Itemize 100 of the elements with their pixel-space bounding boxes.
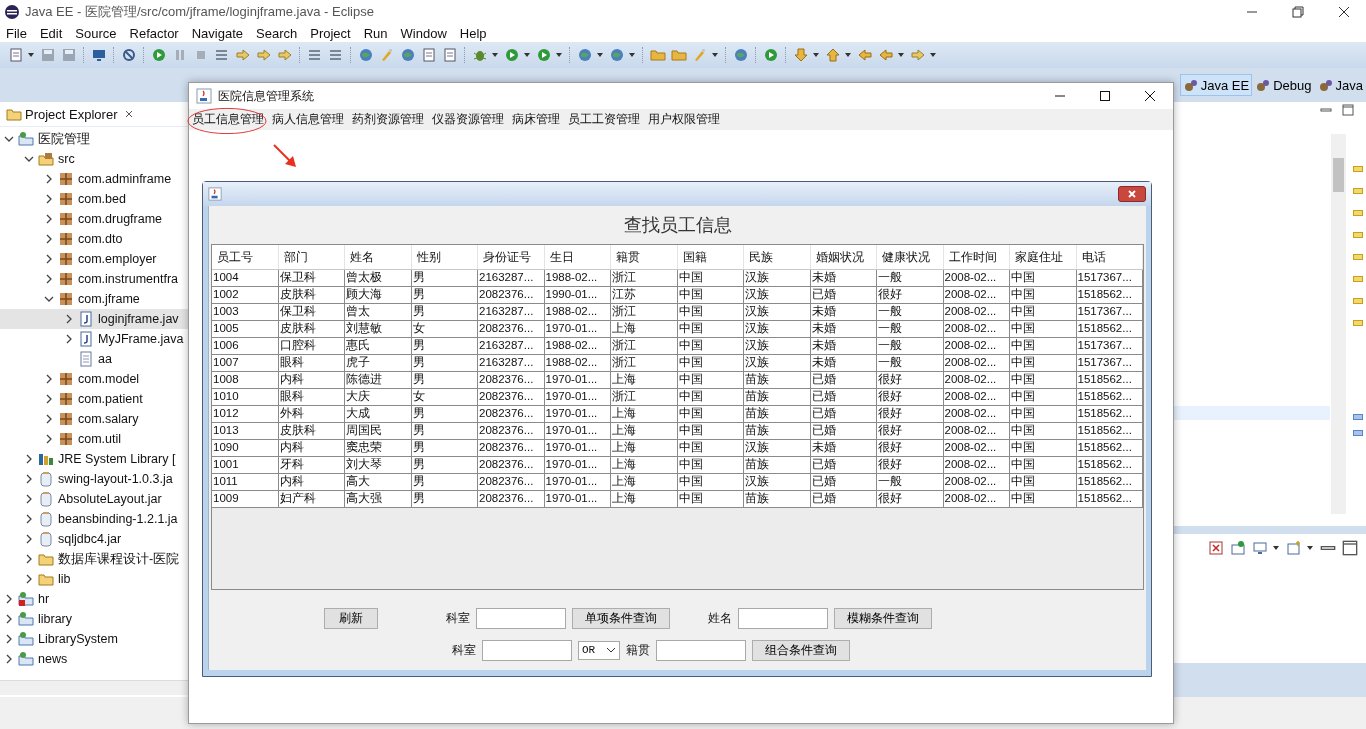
input-field[interactable] [656,639,746,661]
menu-item[interactable]: 员工工资管理 [568,111,640,128]
caret-icon[interactable] [929,51,937,59]
caret-icon[interactable] [1272,544,1280,552]
input-field[interactable] [482,639,572,661]
tree-item[interactable]: loginjframe.jav [0,309,190,329]
caret-icon[interactable] [711,51,719,59]
menu-item[interactable]: 用户权限管理 [648,111,720,128]
table-header-cell[interactable]: 籍贯 [611,245,678,269]
chevron-icon[interactable] [4,654,14,664]
tree-item[interactable]: hr [0,589,190,609]
chevron-icon[interactable] [24,514,34,524]
chevron-icon[interactable] [24,574,34,584]
maximize-icon[interactable] [1099,90,1111,102]
tree-item[interactable]: com.instrumentfra [0,269,190,289]
table-header-cell[interactable]: 姓名 [345,245,412,269]
chevron-icon[interactable] [64,314,74,324]
tree-item[interactable]: aa [0,349,190,369]
menu-item[interactable]: 仪器资源管理 [432,111,504,128]
chevron-icon[interactable] [4,634,14,644]
caret-icon[interactable] [1306,544,1314,552]
menu-item[interactable]: Search [256,25,298,41]
menu-item[interactable]: Source [75,25,117,41]
menu-item[interactable]: Edit [39,25,63,41]
tree-item[interactable]: 数据库课程设计-医院 [0,549,190,569]
table-header-cell[interactable]: 部门 [278,245,345,269]
table-header-cell[interactable]: 员工号 [212,245,279,269]
run-icon[interactable] [763,47,779,63]
tree-item[interactable]: com.adminframe [0,169,190,189]
chevron-icon[interactable] [44,394,54,404]
tree-item[interactable]: lib [0,569,190,589]
tree-item[interactable]: AbsoluteLayout.jar [0,489,190,509]
tree-item[interactable]: com.dto [0,229,190,249]
input-field[interactable] [738,607,828,629]
table-header-cell[interactable]: 国籍 [677,245,744,269]
menu-item[interactable]: Window [400,25,447,41]
globe-icon[interactable] [733,47,749,63]
tree-item[interactable]: com.jframe [0,289,190,309]
table-header-cell[interactable]: 民族 [744,245,811,269]
chevron-icon[interactable] [44,254,54,264]
close-icon[interactable] [1338,6,1350,18]
table-header-cell[interactable]: 生日 [544,245,611,269]
menu-item[interactable]: Navigate [191,25,243,41]
chevron-icon[interactable] [24,454,34,464]
menu-item[interactable]: 病人信息管理 [272,111,344,128]
resume-icon[interactable] [151,47,167,63]
menu-item[interactable]: Refactor [129,25,179,41]
tree-item[interactable]: com.util [0,429,190,449]
chevron-icon[interactable] [24,474,34,484]
caret-icon[interactable] [27,51,35,59]
table-header-cell[interactable]: 婚姻状况 [810,245,877,269]
tree-item[interactable]: com.salary [0,409,190,429]
chevron-icon[interactable] [44,414,54,424]
caret-icon[interactable] [491,51,499,59]
caret-icon[interactable] [523,51,531,59]
chevron-icon[interactable] [24,494,34,504]
tree-item[interactable]: sqljdbc4.jar [0,529,190,549]
query-button[interactable]: 组合条件查询 [752,639,850,661]
input-field[interactable] [476,607,566,629]
perspective-button[interactable]: Debug [1252,74,1315,96]
table-header-cell[interactable]: 家庭住址 [1010,245,1077,269]
chevron-icon[interactable] [44,434,54,444]
operator-dropdown[interactable]: OR [578,640,620,660]
tree-item[interactable]: src [0,149,190,169]
arrow-up-icon[interactable] [825,47,841,63]
chevron-icon[interactable] [44,274,54,284]
perspective-button[interactable]: Java [1314,74,1366,96]
tree-item[interactable]: 医院管理 [0,129,190,149]
arrow-down-icon[interactable] [793,47,809,63]
tree-item[interactable]: MyJFrame.java [0,329,190,349]
caret-icon[interactable] [844,51,852,59]
no-entry-icon[interactable] [121,47,137,63]
menu-item[interactable]: File [6,25,27,41]
chevron-icon[interactable] [24,554,34,564]
arrow-left-icon[interactable] [857,47,873,63]
tree-item[interactable]: news [0,649,190,669]
menu-item[interactable]: 病床管理 [512,111,560,128]
tree-item[interactable]: swing-layout-1.0.3.ja [0,469,190,489]
tree-item[interactable]: LibrarySystem [0,629,190,649]
table-header-cell[interactable]: 工作时间 [943,245,1010,269]
chevron-icon[interactable] [44,234,54,244]
chevron-icon[interactable] [4,134,14,144]
caret-icon[interactable] [628,51,636,59]
run-config-icon[interactable] [536,47,552,63]
perspective-button[interactable]: Java EE [1179,74,1253,96]
chevron-icon[interactable] [44,214,54,224]
restore-icon[interactable] [1292,6,1304,18]
run-icon[interactable] [504,47,520,63]
menu-item[interactable]: 药剂资源管理 [352,111,424,128]
chevron-icon[interactable] [44,294,54,304]
close-icon[interactable] [1144,90,1156,102]
monitor-icon[interactable] [1252,540,1268,556]
close-button[interactable] [1118,186,1146,202]
tree-item[interactable]: com.employer [0,249,190,269]
tree-item[interactable]: com.drugframe [0,209,190,229]
chevron-icon[interactable] [24,154,34,164]
table-header-cell[interactable]: 身份证号 [478,245,545,269]
chevron-icon[interactable] [64,334,74,344]
view-tab[interactable]: Project Explorer [25,106,118,122]
chevron-icon[interactable] [44,174,54,184]
